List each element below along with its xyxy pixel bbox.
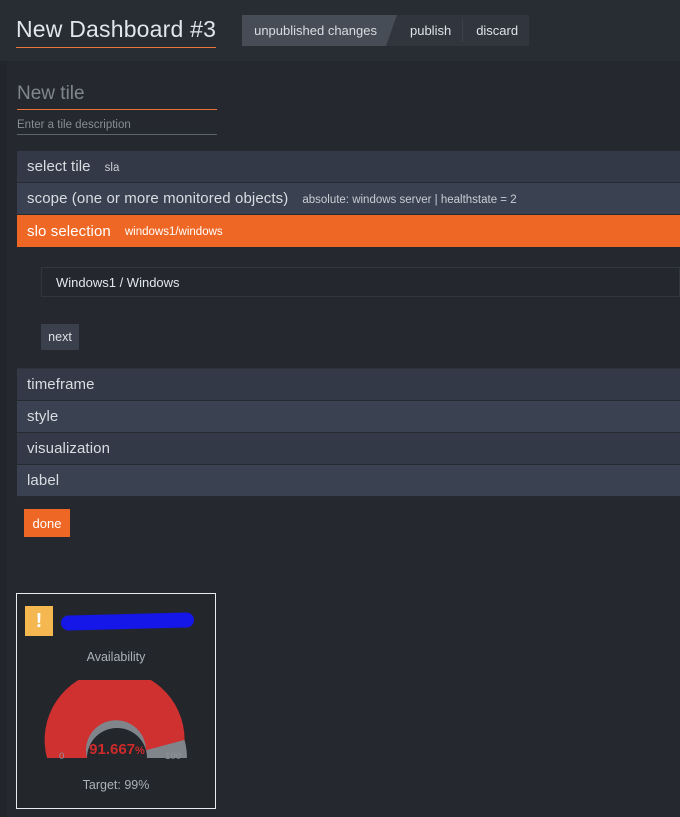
redacted-tile-title [60,611,195,631]
next-button-label: next [48,330,72,344]
section-visualization-label: visualization [27,440,111,457]
tile-metric-label: Availability [86,650,146,664]
section-scope-value: absolute: windows server | healthstate =… [302,193,517,206]
section-scope-label: scope (one or more monitored objects) [27,190,289,207]
tile-header: New tile Enter a tile description [7,61,680,135]
slo-selection-body: Windows1 / Windows next [17,247,680,369]
dashboard-tile-preview[interactable]: ! Availability 0 100 91.667% Target: 99% [16,593,216,809]
tile-name-input[interactable]: New tile [17,83,217,109]
gauge-value-percent-sign: % [135,745,145,757]
tile-preview-header: ! [17,594,215,636]
main-panel: New tile Enter a tile description select… [0,61,680,817]
unpublished-changes-label: unpublished changes [254,23,377,38]
section-select-tile-label: select tile [27,158,91,175]
dashboard-title-field[interactable]: New Dashboard #3 [16,14,217,48]
button-divider [462,19,464,42]
section-timeframe[interactable]: timeframe [17,369,680,401]
top-bar: New Dashboard #3 unpublished changes pub… [0,0,680,61]
done-button-label: done [32,515,62,531]
section-style-label: style [27,408,59,425]
slo-option-item[interactable]: Windows1 / Windows [41,267,680,297]
tile-config-sections: select tile sla scope (one or more monit… [7,151,680,497]
tile-target-label: Target: 99% [82,778,150,792]
publish-button-label: publish [409,23,452,38]
section-slo-selection-label: slo selection [27,222,111,240]
section-label-label: label [27,472,60,489]
publish-button[interactable]: publish [399,15,462,46]
tile-description-underline [17,134,217,135]
section-label[interactable]: label [17,465,680,497]
dashboard-title-text: New Dashboard #3 [16,15,217,42]
section-style[interactable]: style [17,401,680,433]
discard-button-label: discard [476,23,519,38]
section-visualization[interactable]: visualization [17,433,680,465]
section-slo-selection-value: windows1/windows [124,226,223,238]
section-slo-selection[interactable]: slo selection windows1/windows [17,215,680,247]
tile-editor-panel: New tile Enter a tile description select… [7,61,680,817]
availability-gauge: 0 100 91.667% [17,680,217,762]
done-button[interactable]: done [24,509,70,537]
gauge-value: 91.667% [17,741,217,758]
section-select-tile-value: sla [104,161,120,174]
discard-button[interactable]: discard [465,15,529,46]
section-select-tile[interactable]: select tile sla [17,151,680,183]
next-button[interactable]: next [41,324,79,350]
publish-controls: unpublished changes publish discard [242,15,530,46]
tile-description-input[interactable]: Enter a tile description [17,110,217,134]
dashboard-title-underline [16,46,217,48]
gauge-value-number: 91.667 [89,741,136,758]
warning-icon: ! [25,606,53,636]
section-timeframe-label: timeframe [27,376,95,393]
unpublished-changes-badge: unpublished changes [242,15,397,46]
section-scope[interactable]: scope (one or more monitored objects) ab… [17,183,680,215]
warning-icon-glyph: ! [35,609,43,632]
